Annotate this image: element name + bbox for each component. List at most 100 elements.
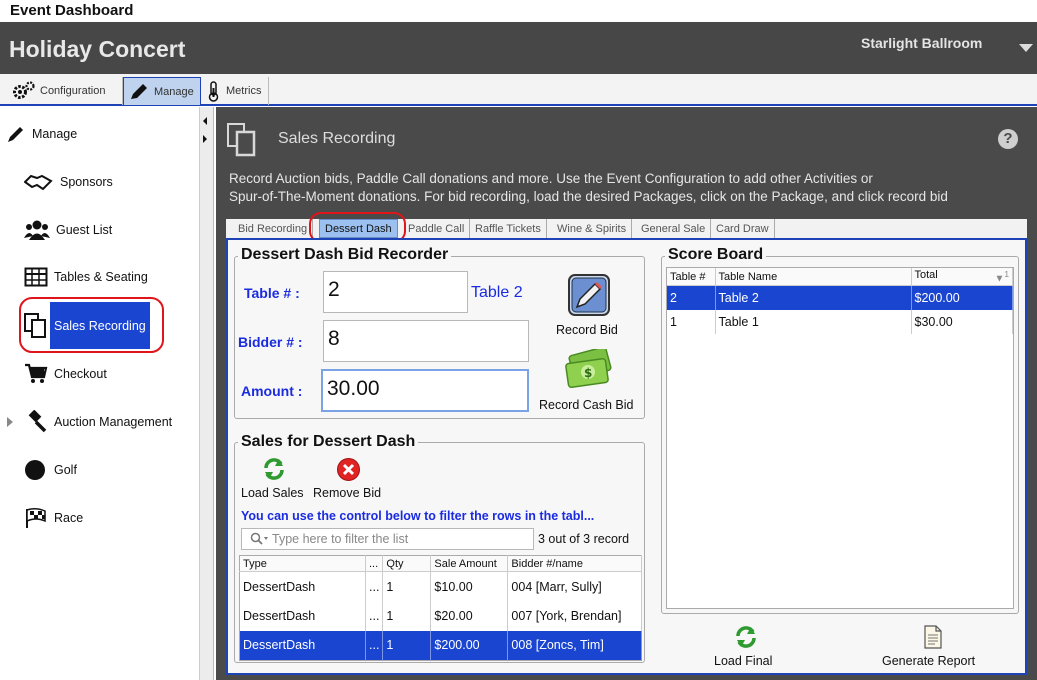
expand-arrow-icon[interactable] (5, 416, 15, 428)
bidder-number-input[interactable]: 8 (323, 320, 529, 362)
venue-selector[interactable]: Starlight Ballroom (861, 35, 982, 51)
column-header-table-number[interactable]: Table # (667, 268, 716, 287)
generate-report-button[interactable]: Generate Report (882, 654, 975, 668)
tab-metrics-label: Metrics (226, 85, 262, 97)
remove-icon[interactable] (336, 457, 361, 482)
checkered-flag-icon (26, 507, 46, 528)
sidebar-item-label: Tables & Seating (54, 270, 148, 284)
cell-type: DessertDash (239, 630, 366, 661)
copy-document-icon (227, 123, 256, 157)
table-name-display: Table 2 (471, 284, 523, 301)
users-icon (24, 220, 50, 240)
column-header-sale-amount[interactable]: Sale Amount (430, 555, 509, 572)
cell-type: DessertDash (239, 571, 366, 602)
tab-configuration[interactable]: Configuration (8, 77, 123, 105)
chevron-down-icon[interactable] (1019, 44, 1033, 52)
column-header-more[interactable]: ... (365, 555, 384, 572)
column-header-table-name[interactable]: Table Name (715, 268, 912, 287)
amount-label: Amount : (241, 383, 303, 399)
tab-bid-recording[interactable]: Bid Recording (233, 219, 314, 238)
column-header-qty[interactable]: Qty (382, 555, 432, 572)
record-bid-button[interactable]: Record Bid (556, 323, 618, 337)
sidebar-item-race[interactable]: Race (24, 507, 83, 529)
table-row[interactable]: DessertDash ... 1 $10.00 004 [Marr, Sull… (239, 571, 642, 602)
sidebar-item-label: Checkout (54, 367, 107, 381)
table-row-selected[interactable]: 2 Table 2 $200.00 (667, 285, 1013, 310)
sort-desc-icon: ▼1 (994, 269, 1009, 285)
tab-general-sale[interactable]: General Sale (636, 219, 712, 238)
tab-raffle-tickets[interactable]: Raffle Tickets (470, 219, 547, 238)
cell-table-number: 2 (667, 285, 716, 310)
sidebar-item-label: Guest List (56, 223, 113, 237)
load-final-button[interactable]: Load Final (714, 654, 772, 668)
sidebar-item-label: Golf (54, 463, 77, 477)
filter-input[interactable]: Type here to filter the list (241, 528, 534, 550)
cell-more: ... (365, 601, 384, 631)
page-title: Sales Recording (278, 130, 396, 147)
table-row[interactable]: 1 Table 1 $30.00 (667, 309, 1013, 334)
sidebar-item-label: Sponsors (60, 175, 113, 189)
column-header-total[interactable]: Total ▼1 (911, 268, 1013, 287)
load-sales-button[interactable]: Load Sales (241, 486, 304, 500)
sidebar-item-auction-management[interactable]: Auction Management (24, 410, 172, 434)
table-header-row: Type ... Qty Sale Amount Bidder #/name (239, 555, 642, 572)
remove-bid-button[interactable]: Remove Bid (313, 486, 381, 500)
sidebar-splitter[interactable] (200, 107, 214, 680)
page-description: Record Auction bids, Paddle Call donatio… (229, 170, 1019, 206)
cell-more: ... (365, 630, 384, 661)
pencil-icon (8, 127, 23, 142)
sidebar (0, 107, 200, 680)
tab-manage[interactable]: Manage (123, 77, 201, 105)
scoreboard-table: Table # Table Name Total ▼1 2 Table 2 $2… (666, 267, 1014, 609)
cell-total: $200.00 (911, 285, 1013, 310)
tab-metrics[interactable]: Metrics (202, 77, 269, 105)
cell-table-name: Table 1 (715, 309, 912, 334)
tab-manage-label: Manage (154, 85, 194, 98)
sidebar-item-manage[interactable]: Manage (6, 124, 77, 144)
description-line-1: Record Auction bids, Paddle Call donatio… (229, 171, 873, 186)
tab-wine-spirits[interactable]: Wine & Spirits (552, 219, 633, 238)
refresh-icon[interactable] (262, 457, 286, 481)
cell-type: DessertDash (239, 601, 366, 631)
report-document-icon[interactable] (923, 625, 943, 649)
tab-card-draw[interactable]: Card Draw (711, 219, 775, 238)
cell-table-name: Table 2 (715, 285, 912, 310)
gavel-icon (28, 410, 47, 433)
sort-order: 1 (1004, 269, 1009, 279)
record-bid-icon[interactable] (567, 273, 611, 317)
sidebar-item-checkout[interactable]: Checkout (24, 363, 107, 385)
record-cash-bid-button[interactable]: Record Cash Bid (539, 398, 634, 412)
cell-bidder: 007 [York, Brendan] (507, 601, 642, 631)
golf-ball-icon (25, 460, 45, 480)
refresh-icon[interactable] (734, 625, 758, 649)
help-icon[interactable]: ? (998, 129, 1018, 149)
table-grid-icon (24, 267, 48, 287)
sidebar-item-sponsors[interactable]: Sponsors (24, 172, 113, 192)
table-number-input[interactable]: 2 (323, 271, 468, 313)
collapse-arrows-icon[interactable] (200, 115, 214, 155)
tab-paddle-call[interactable]: Paddle Call (403, 219, 471, 238)
sidebar-item-guest-list[interactable]: Guest List (24, 219, 112, 241)
column-header-bidder[interactable]: Bidder #/name (507, 555, 642, 572)
scoreboard-title: Score Board (665, 246, 767, 264)
search-icon (250, 532, 268, 545)
window-title: Event Dashboard (0, 0, 1037, 22)
cash-icon[interactable]: $ (563, 349, 615, 391)
sidebar-item-golf[interactable]: Golf (24, 459, 77, 481)
table-number-label: Table # : (244, 285, 300, 301)
sidebar-item-label: Manage (32, 127, 78, 141)
cell-qty: 1 (382, 630, 432, 661)
sidebar-item-tables-seating[interactable]: Tables & Seating (24, 267, 148, 287)
sidebar-item-label: Race (54, 511, 84, 525)
sidebar-item-label: Auction Management (54, 415, 173, 429)
cell-qty: 1 (382, 601, 432, 631)
sales-group-title: Sales for Dessert Dash (238, 433, 419, 451)
cell-amount: $200.00 (430, 630, 509, 661)
table-row[interactable]: DessertDash ... 1 $20.00 007 [York, Bren… (239, 601, 642, 631)
column-header-type[interactable]: Type (239, 555, 366, 572)
table-row-selected[interactable]: DessertDash ... 1 $200.00 008 [Zoncs, Ti… (239, 630, 642, 661)
filter-hint: You can use the control below to filter … (241, 509, 595, 523)
tab-configuration-label: Configuration (40, 85, 106, 97)
amount-input[interactable]: 30.00 (321, 369, 529, 412)
cell-more: ... (365, 571, 384, 602)
